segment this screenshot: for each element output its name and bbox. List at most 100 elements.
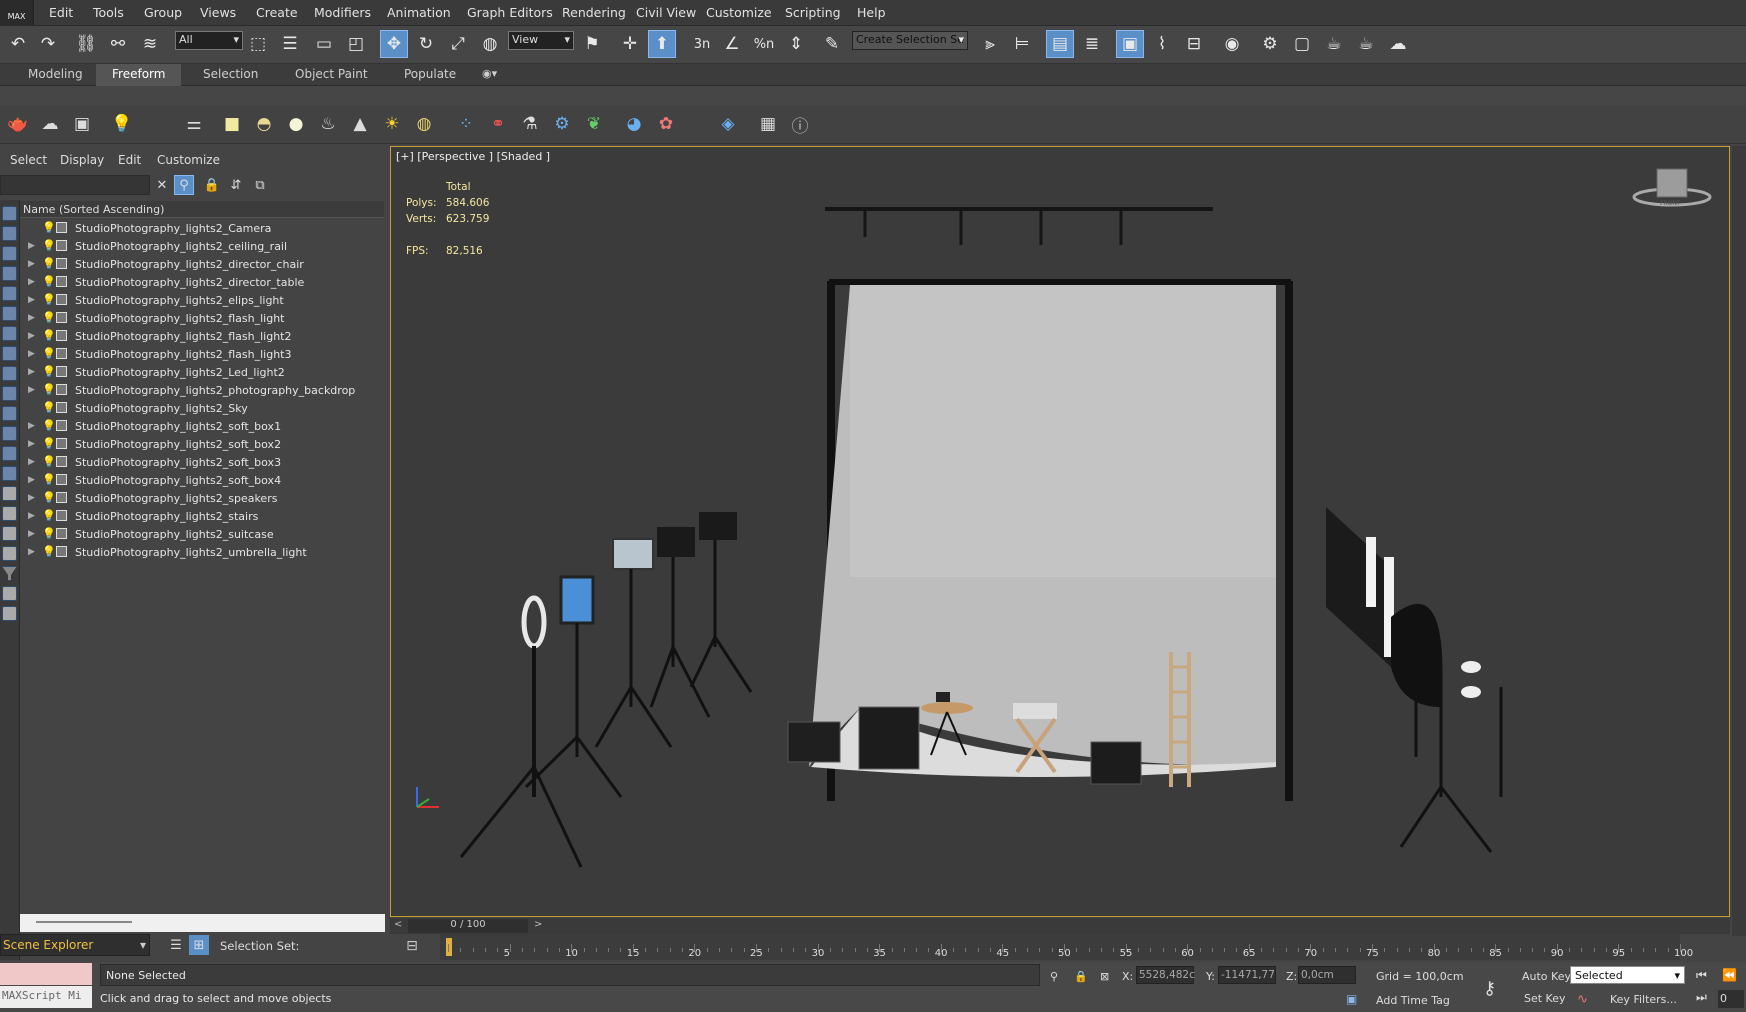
gear-icon[interactable]: ⚙	[548, 110, 576, 138]
hemisphere-icon[interactable]: ◓	[250, 110, 278, 138]
key-icon[interactable]: ⚷	[1483, 978, 1496, 999]
angle-snap-icon[interactable]: ∠	[718, 30, 746, 58]
light-bulb-icon[interactable]: 💡	[42, 329, 56, 342]
maxscript-mini-listener[interactable]: MAXScript Mi	[0, 986, 92, 1008]
material-editor-icon[interactable]: ◉	[1218, 30, 1246, 58]
tab-populate[interactable]: Populate	[404, 67, 456, 81]
list-item[interactable]: ▶ 💡 StudioPhotography_lights2_ceiling_rail	[20, 238, 384, 256]
strip-tool-icon[interactable]	[2, 226, 17, 241]
tab-freeform[interactable]: Freeform	[96, 64, 182, 86]
light-bulb-icon[interactable]: 💡	[42, 257, 56, 270]
select-children-icon[interactable]: ⧉	[250, 175, 270, 195]
bind-spacewarp-icon[interactable]: ≋	[136, 30, 164, 58]
light-bulb-icon[interactable]: 💡	[42, 221, 56, 234]
menu-group[interactable]: Group	[144, 5, 182, 20]
light-bulb-icon[interactable]: 💡	[42, 401, 56, 414]
time-slider[interactable]	[390, 918, 1730, 934]
menu-civil-view[interactable]: Civil View	[636, 5, 696, 20]
palette-icon[interactable]: ✿	[652, 110, 680, 138]
expand-arrow-icon[interactable]: ▶	[28, 457, 35, 467]
place-icon[interactable]: ◍	[476, 30, 504, 58]
light-bulb-icon[interactable]: 💡	[42, 293, 56, 306]
strip-tool-icon[interactable]	[2, 466, 17, 481]
current-frame-field[interactable]: 0	[1718, 990, 1744, 1008]
viewcube-label[interactable]: FRONT	[1660, 200, 1681, 207]
scene-explorer-toggle-icon[interactable]: ▤	[1046, 30, 1074, 58]
strip-tool-icon[interactable]	[2, 446, 17, 461]
menu-views[interactable]: Views	[200, 5, 236, 20]
plant-icon[interactable]: ❦	[580, 110, 608, 138]
strip-tool-icon[interactable]	[2, 366, 17, 381]
strip-tool-icon[interactable]	[2, 606, 17, 621]
snap-icon[interactable]: 3n	[688, 30, 716, 58]
unlink-icon[interactable]: ⚯	[104, 30, 132, 58]
strip-tool-icon[interactable]	[2, 206, 17, 221]
expand-arrow-icon[interactable]: ▶	[28, 511, 35, 521]
light-bulb-icon[interactable]: 💡	[42, 419, 56, 432]
mini-curve-editor-icon[interactable]: ⊟	[402, 936, 422, 956]
strip-tool-icon[interactable]	[2, 506, 17, 521]
x-coord-field[interactable]: 5528,482c	[1136, 966, 1195, 984]
strip-tool-icon[interactable]	[2, 386, 17, 401]
light-bulb-icon[interactable]: 💡	[42, 491, 56, 504]
tab-object-paint[interactable]: Object Paint	[295, 67, 368, 81]
selection-filter-dropdown[interactable]: All ▾	[175, 31, 243, 50]
expand-arrow-icon[interactable]: ▶	[28, 367, 35, 377]
tab-selection[interactable]: Selection	[203, 67, 258, 81]
expand-arrow-icon[interactable]: ▶	[28, 385, 35, 395]
list-item[interactable]: ▶ 💡 StudioPhotography_lights2_flash_light	[20, 310, 384, 328]
key-filters-button[interactable]: Key Filters...	[1610, 993, 1677, 1006]
list-item[interactable]: ▶ 💡 StudioPhotography_lights2_soft_box2	[20, 436, 384, 454]
geosphere-icon[interactable]: ◍	[410, 110, 438, 138]
sliders-icon[interactable]: ⚌	[180, 110, 208, 138]
ribbon-options-icon[interactable]: ◉▾	[482, 67, 497, 80]
app-logo[interactable]: MAX	[0, 0, 34, 26]
rotate-icon[interactable]: ↻	[412, 30, 440, 58]
schematic-icon[interactable]: ⊟	[1180, 30, 1208, 58]
goto-end-icon[interactable]: ⏭	[1696, 990, 1707, 1005]
menu-graph-editors[interactable]: Graph Editors	[467, 5, 553, 20]
expand-arrow-icon[interactable]: ▶	[28, 331, 35, 341]
redo-icon[interactable]: ↷	[34, 30, 62, 58]
percent-snap-icon[interactable]: %n	[750, 30, 778, 58]
explorer-menu-customize[interactable]: Customize	[157, 153, 220, 167]
light-bulb-icon[interactable]: 💡	[42, 347, 56, 360]
strip-tool-icon[interactable]	[2, 526, 17, 541]
light-bulb-icon[interactable]: 💡	[42, 527, 56, 540]
teapot2-icon[interactable]: ♨	[314, 110, 342, 138]
light-bulb-icon[interactable]: 💡	[42, 365, 56, 378]
strip-tool-icon[interactable]	[2, 286, 17, 301]
photo-icon[interactable]: ▣	[68, 110, 96, 138]
cone-icon[interactable]: ▲	[346, 110, 374, 138]
cloud-icon[interactable]: ☁	[36, 110, 64, 138]
time-slider-value[interactable]: 0 / 100	[408, 919, 528, 933]
box-icon[interactable]: ■	[218, 110, 246, 138]
list-item[interactable]: ▶ 💡 StudioPhotography_lights2_soft_box1	[20, 418, 384, 436]
particles-icon[interactable]: ⁘	[452, 110, 480, 138]
time-marker[interactable]	[446, 938, 452, 956]
lock-icon[interactable]: 🔒	[202, 175, 222, 195]
clear-search-icon[interactable]: ✕	[152, 175, 172, 195]
explorer-column-header[interactable]: Name (Sorted Ascending)	[20, 201, 384, 218]
tab-modeling[interactable]: Modeling	[28, 67, 83, 81]
light-bulb-icon[interactable]: 💡	[42, 473, 56, 486]
horizontal-scrollbar[interactable]	[36, 921, 132, 923]
time-tag-icon[interactable]: ▣	[1346, 992, 1357, 1006]
strip-tool-icon[interactable]	[2, 326, 17, 341]
y-coord-field[interactable]: -11471,77	[1218, 966, 1276, 984]
list-item[interactable]: ▶ 💡 StudioPhotography_lights2_soft_box4	[20, 472, 384, 490]
menu-animation[interactable]: Animation	[387, 5, 451, 20]
light-icon[interactable]: 💡	[108, 110, 136, 138]
render-active-icon[interactable]: ☕	[1352, 30, 1380, 58]
light-bulb-icon[interactable]: 💡	[42, 509, 56, 522]
light-bulb-icon[interactable]: 💡	[42, 311, 56, 324]
expand-arrow-icon[interactable]: ▶	[28, 259, 35, 269]
expand-arrow-icon[interactable]: ▶	[28, 277, 35, 287]
set-key-button[interactable]: Set Key	[1524, 992, 1566, 1005]
render-icon[interactable]: ☕	[1320, 30, 1348, 58]
menu-create[interactable]: Create	[256, 5, 298, 20]
layers-icon[interactable]: ☰	[166, 935, 186, 955]
explorer-menu-select[interactable]: Select	[10, 153, 47, 167]
track-bar[interactable]: 5 10 15 20 25 30 35 40 45 50 55 60 65 70 75 80 85 90 95 100	[440, 934, 1693, 960]
window-crossing-icon[interactable]: ◰	[342, 30, 370, 58]
